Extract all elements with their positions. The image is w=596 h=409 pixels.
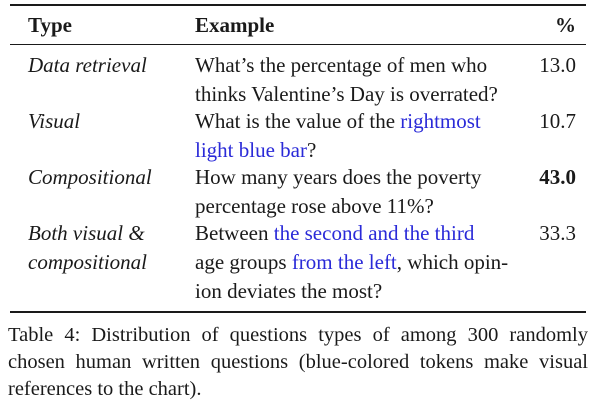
visual-reference-token: the second and the third bbox=[273, 221, 475, 245]
row-type: Data retrieval bbox=[28, 51, 188, 80]
example-text: Between bbox=[195, 221, 274, 245]
row-type-line: Both visual & bbox=[28, 221, 145, 245]
table-header-row: Type Example % bbox=[10, 6, 586, 44]
row-example-line: percentage rose above 11%? bbox=[195, 192, 525, 221]
row-example-line: What is the value of the rightmost bbox=[195, 107, 525, 136]
row-example-line: age groups from the left, which opin- bbox=[195, 248, 525, 277]
table-row: Both visual & compositional Between the se… bbox=[10, 219, 586, 307]
example-text: , which opin- bbox=[396, 250, 509, 274]
example-text: How many years does the poverty bbox=[195, 165, 482, 189]
row-type-line: Visual bbox=[28, 109, 81, 133]
example-text: What is the value of the bbox=[195, 109, 401, 133]
table-row: Visual What is the value of the rightmost… bbox=[10, 107, 586, 163]
row-percent: 33.3 bbox=[539, 221, 576, 245]
row-example-line: How many years does the poverty bbox=[195, 163, 525, 192]
question-type-table: Type Example % Data retrieval What’s the … bbox=[10, 4, 586, 313]
row-type: Compositional bbox=[28, 163, 188, 192]
example-text: age groups bbox=[195, 250, 292, 274]
example-text: What’s the percentage of men who bbox=[195, 53, 488, 77]
caption-label: Table 4: bbox=[8, 324, 81, 346]
row-percent: 13.0 bbox=[539, 53, 576, 77]
row-type-line: Compositional bbox=[28, 165, 152, 189]
row-example: What’s the percentage of men who thinks V… bbox=[195, 51, 525, 109]
table-caption: Table 4: Distribution of questions types… bbox=[8, 322, 588, 403]
example-text: thinks Valentine’s Day is overrated? bbox=[195, 82, 498, 106]
table-row: Data retrieval What’s the percentage of m… bbox=[10, 51, 586, 107]
visual-reference-token: light blue bar bbox=[195, 138, 307, 162]
header-example: Example bbox=[195, 13, 275, 37]
header-type: Type bbox=[28, 13, 72, 37]
row-example: Between the second and the third age grou… bbox=[195, 219, 525, 306]
row-type: Visual bbox=[28, 107, 188, 136]
row-type-line: Data retrieval bbox=[28, 53, 147, 77]
row-type-line: compositional bbox=[28, 250, 147, 274]
visual-reference-token: from the left bbox=[291, 250, 397, 274]
row-example: What is the value of the rightmost light … bbox=[195, 107, 525, 165]
row-example-line: What’s the percentage of men who bbox=[195, 51, 525, 80]
visual-reference-token: rightmost bbox=[400, 109, 481, 133]
example-text: percentage rose above 11%? bbox=[195, 194, 434, 218]
table-bottom-rule bbox=[10, 311, 586, 313]
row-example-line: light blue bar? bbox=[195, 136, 525, 165]
row-example-line: thinks Valentine’s Day is overrated? bbox=[195, 80, 525, 109]
row-example: How many years does the poverty percentag… bbox=[195, 163, 525, 221]
caption-text: Distribution of questions types of among… bbox=[8, 324, 588, 400]
row-percent: 10.7 bbox=[539, 109, 576, 133]
row-example-line: Between the second and the third bbox=[195, 219, 525, 248]
header-percent: % bbox=[555, 13, 576, 37]
example-text: ion deviates the most? bbox=[195, 279, 383, 303]
example-text: ? bbox=[306, 138, 317, 162]
table-row: Compositional How many years does the pov… bbox=[10, 163, 586, 219]
table-body: Data retrieval What’s the percentage of m… bbox=[10, 45, 586, 311]
row-type: Both visual & compositional bbox=[28, 219, 188, 277]
row-percent: 43.0 bbox=[539, 165, 576, 189]
row-example-line: ion deviates the most? bbox=[195, 277, 525, 306]
